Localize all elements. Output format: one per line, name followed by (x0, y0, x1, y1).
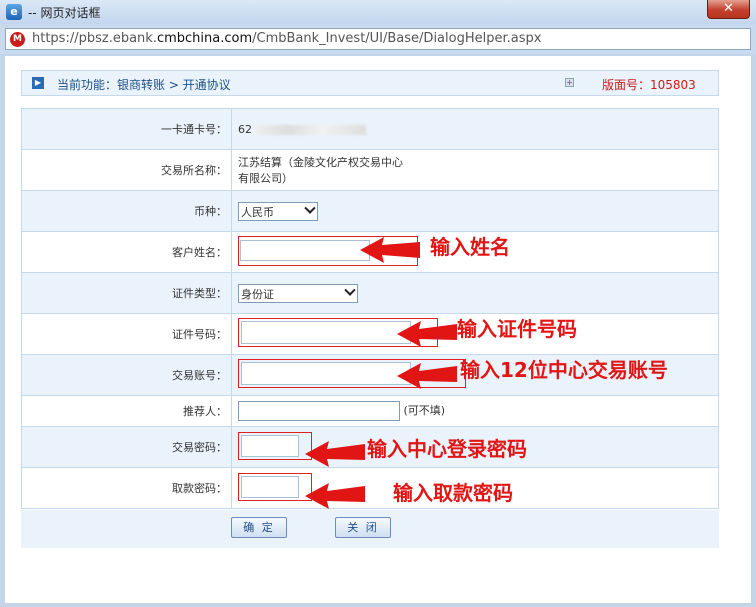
url-field[interactable]: M https://pbsz.ebank.cmbchina.com/CmbBan… (5, 28, 751, 50)
annotation-tradepwd: 输入中心登录密码 (367, 437, 527, 461)
chevron-down-icon (344, 284, 356, 296)
idtype-label: 证件类型： (21, 272, 232, 314)
window-title: -- 网页对话框 (28, 6, 101, 20)
arrow-account-icon (397, 363, 457, 389)
idno-label: 证件号码： (21, 313, 232, 355)
ie-icon: e (6, 4, 22, 20)
row-currency: 币种： 人民币 (21, 190, 719, 232)
referrer-label: 推荐人： (21, 395, 232, 427)
url-domain: cmbchina.com (156, 31, 253, 46)
row-referrer: 推荐人： (可不填) (21, 395, 719, 427)
idno-input[interactable] (241, 321, 411, 344)
annotation-idno: 输入证件号码 (457, 317, 577, 341)
row-exchange: 交易所名称： 江苏结算（金陵文化产权交易中心 有限公司） (21, 149, 719, 191)
idtype-select[interactable]: 身份证 (238, 283, 358, 303)
referrer-hint: (可不填) (403, 404, 446, 417)
name-label: 客户姓名： (21, 231, 232, 273)
exchange-label: 交易所名称： (21, 149, 232, 191)
currency-label: 币种： (21, 190, 232, 232)
account-input[interactable] (241, 362, 411, 385)
window-titlebar: e -- 网页对话框 ✕ (0, 0, 756, 24)
currency-selected: 人民币 (241, 205, 274, 219)
referrer-input[interactable] (238, 401, 400, 421)
close-button[interactable]: 关 闭 (335, 517, 391, 538)
url-text: https://pbsz.ebank.cmbchina.com/CmbBank_… (32, 31, 541, 46)
function-marker-icon: ▶ (32, 77, 44, 89)
minimize-panel-icon[interactable]: + (565, 78, 574, 87)
close-window-button[interactable]: ✕ (707, 0, 750, 19)
tradepwd-input[interactable] (241, 434, 299, 457)
url-path: /CmbBank_Invest/UI/Base/DialogHelper.asp… (252, 31, 542, 46)
withdrawpwd-input[interactable] (241, 475, 299, 498)
currency-select[interactable]: 人民币 (238, 201, 318, 221)
arrow-name-icon (360, 237, 420, 263)
annotation-name: 输入姓名 (430, 235, 510, 259)
idtype-selected: 身份证 (241, 287, 274, 301)
arrow-tradepwd-icon (305, 441, 365, 467)
card-label: 一卡通卡号： (21, 108, 232, 150)
url-prefix: https://pbsz.ebank. (32, 31, 157, 46)
withdrawpwd-highlight (238, 472, 312, 501)
annotation-withdrawpwd: 输入取款密码 (393, 481, 513, 505)
masked-card-number (255, 124, 366, 135)
arrow-idno-icon (397, 321, 457, 347)
dialog-content: ▶ 当前功能：银商转账 > 开通协议 + 版面号：105803 一卡通卡号： 6… (5, 56, 751, 603)
exchange-value-line1: 江苏结算（金陵文化产权交易中心 (238, 156, 403, 169)
row-card: 一卡通卡号： 62 (21, 108, 719, 150)
version-number: 版面号：105803 (602, 78, 696, 92)
tradepwd-highlight (238, 431, 312, 460)
card-value: 62 (238, 122, 252, 136)
chevron-down-icon (304, 202, 316, 214)
annotation-account: 输入12位中心交易账号 (460, 358, 668, 382)
cmb-logo-icon: M (10, 32, 25, 47)
button-bar: 确 定 关 闭 (21, 510, 719, 548)
account-label: 交易账号： (21, 354, 232, 396)
arrow-withdrawpwd-icon (305, 483, 365, 509)
withdrawpwd-label: 取款密码： (21, 467, 232, 509)
name-input[interactable] (240, 239, 370, 261)
tradepwd-label: 交易密码： (21, 426, 232, 468)
breadcrumb: 当前功能：银商转账 > 开通协议 (57, 78, 231, 92)
function-bar: ▶ 当前功能：银商转账 > 开通协议 + 版面号：105803 (21, 70, 719, 96)
exchange-value-line2: 有限公司） (238, 172, 293, 185)
address-bar: M https://pbsz.ebank.cmbchina.com/CmbBan… (0, 24, 756, 54)
row-idtype: 证件类型： 身份证 (21, 272, 719, 314)
confirm-button[interactable]: 确 定 (231, 517, 287, 538)
row-idno: 证件号码： (21, 313, 719, 355)
row-withdrawpwd: 取款密码： (21, 467, 719, 509)
